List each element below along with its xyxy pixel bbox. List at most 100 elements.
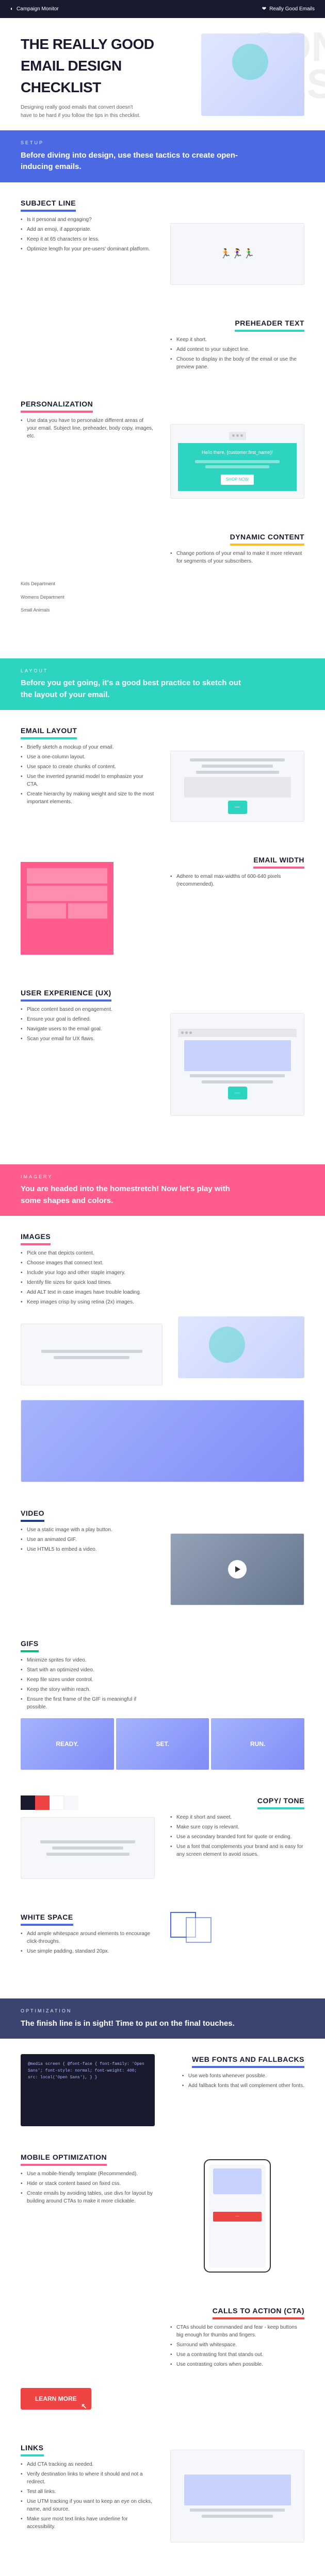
dynamic-title: DYNAMIC CONTENT <box>230 532 304 546</box>
mock-greeting: Hello there, {customer.first_name}! <box>184 449 290 456</box>
gif-frame: RUN. <box>211 1718 304 1770</box>
section-layout: LAYOUT Before you get going, it's a good… <box>0 658 325 710</box>
list-item: Use UTM tracking if you want to keep an … <box>21 2498 155 2513</box>
ux-mock: — <box>170 1013 304 1116</box>
whitespace-bullets: Add ample whitespace around elements to … <box>21 1930 155 1955</box>
list-item: Adhere to email max-widths of 600-640 pi… <box>170 873 304 888</box>
list-item: Add fallback fonts that will complement … <box>182 2082 304 2090</box>
brand-right: ❤ Really Good Emails <box>262 5 315 13</box>
list-item: Is it personal and engaging? <box>21 216 155 224</box>
dynamic-icon-label: Womens Department <box>21 591 64 604</box>
list-item: Add ample whitespace around elements to … <box>21 1930 155 1945</box>
brand-left: ◐ Campaign Monitor <box>10 5 59 13</box>
list-item: Add context to your subject line. <box>170 346 304 353</box>
list-item: Identify file sizes for quick load times… <box>21 1279 155 1286</box>
gifs-title: GIFS <box>21 1638 39 1652</box>
gif-frames: READY. SET. RUN. <box>21 1718 304 1770</box>
list-item: Use a font that complements your brand a… <box>170 1843 304 1858</box>
section-setup: SETUP Before diving into design, use the… <box>0 130 325 182</box>
links-title: LINKS <box>21 2443 44 2456</box>
dynamic-bullets: Change portions of your email to make it… <box>170 550 304 567</box>
preheader-title: PREHEADER TEXT <box>235 318 304 332</box>
subject-line-bullets: Is it personal and engaging? Add an emoj… <box>21 216 155 253</box>
list-item: Use a contrasting font that stands out. <box>170 2351 304 2359</box>
whitespace-title: WHITE SPACE <box>21 1912 73 1926</box>
gifs-bullets: Minimize sprites for video. Start with a… <box>21 1656 155 1711</box>
email-width-title: EMAIL WIDTH <box>253 855 304 869</box>
emoji-row: 🏃🏃‍♀️🏃‍♂️ <box>220 247 254 261</box>
list-item: Choose to display in the body of the ema… <box>170 355 304 371</box>
personalization-mock: Hello there, {customer.first_name}! SHOP… <box>170 424 304 499</box>
mobile-bullets: Use a mobile-friendly template (Recommen… <box>21 2170 155 2205</box>
mock-button: — <box>228 1087 247 1100</box>
color-swatches <box>21 1795 155 1810</box>
page-title: THE REALLY GOOD EMAIL DESIGN CHECKLIST <box>21 33 186 98</box>
list-item: Use space to create chunks of content. <box>21 763 155 771</box>
images-bullets: Pick one that depicts content. Choose im… <box>21 1249 155 1306</box>
mock-cta-button: SHOP NOW <box>221 474 254 485</box>
gif-frame: SET. <box>116 1718 209 1770</box>
mobile-title: MOBILE OPTIMIZATION <box>21 2152 107 2166</box>
list-item: Test all links. <box>21 2488 155 2496</box>
personalization-bullets: Use data you have to personalize differe… <box>21 417 155 440</box>
list-item: Keep images crisp by using retina (2x) i… <box>21 1298 155 1306</box>
section-lead: The finish line is in sight! Time to put… <box>21 2018 248 2030</box>
section-lead: Before you get going, it's a good best p… <box>21 677 248 701</box>
cta-title: CALLS TO ACTION (CTA) <box>213 2306 304 2319</box>
list-item: Ensure your goal is defined. <box>21 1015 155 1023</box>
play-icon <box>228 1560 247 1579</box>
list-item: Make sure copy is relevant. <box>170 1823 304 1831</box>
list-item: Use a one-column layout. <box>21 753 155 761</box>
video-bullets: Use a static image with a play button. U… <box>21 1526 155 1553</box>
list-item: Keep it at 65 characters or less. <box>21 235 155 243</box>
copy-bullets: Keep it short and sweet. Make sure copy … <box>170 1814 304 1860</box>
list-item: Use simple padding, standard 20px. <box>21 1947 155 1955</box>
copy-mock <box>21 1817 155 1879</box>
dynamic-icon-label: Kids Department <box>21 578 64 591</box>
list-item: Add ALT text in case images have trouble… <box>21 1289 155 1296</box>
list-item: Use data you have to personalize differe… <box>21 417 155 440</box>
gif-frame: READY. <box>21 1718 114 1770</box>
personalization-title: PERSONALIZATION <box>21 399 93 413</box>
list-item: Keep the story within reach. <box>21 1686 155 1693</box>
list-item: Use a mobile-friendly template (Recommen… <box>21 2170 155 2178</box>
list-item: Change portions of your email to make it… <box>170 550 304 565</box>
hero-runner-image <box>201 33 304 116</box>
top-header: ◐ Campaign Monitor ❤ Really Good Emails <box>0 0 325 18</box>
learn-more-button[interactable]: LEARN MORE ↖ <box>21 2388 91 2410</box>
list-item: Use contrasting colors when possible. <box>170 2361 304 2368</box>
list-item: Add CTA tracking as needed. <box>21 2461 155 2468</box>
section-imagery: IMAGERY You are headed into the homestre… <box>0 1164 325 1216</box>
layout-mock: — <box>170 751 304 822</box>
section-tag: SETUP <box>21 140 304 147</box>
section-optimization: OPTIMIZATION The finish line is in sight… <box>0 1998 325 2039</box>
brand-right-label: Really Good Emails <box>269 5 315 13</box>
brand-left-label: Campaign Monitor <box>17 5 59 13</box>
section-tag: IMAGERY <box>21 1174 304 1181</box>
list-item: Optimize length for your pre-users' domi… <box>21 245 155 253</box>
list-item: Use web fonts whenever possible. <box>182 2072 304 2080</box>
phone-mock: — <box>204 2159 271 2273</box>
hero-description: Designing really good emails that conver… <box>21 104 144 120</box>
webfonts-title: WEB FONTS AND FALLBACKS <box>192 2054 304 2068</box>
code-mock: @media screen { @font-face { font-family… <box>21 2054 155 2126</box>
cta-button-label: LEARN MORE <box>35 2395 77 2402</box>
email-layout-bullets: Briefly sketch a mockup of your email. U… <box>21 743 155 806</box>
ux-title: USER EXPERIENCE (UX) <box>21 988 111 1002</box>
image-mock-right <box>178 1316 304 1378</box>
list-item: Briefly sketch a mockup of your email. <box>21 743 155 751</box>
list-item: Create emails by avoiding tables, use di… <box>21 2190 155 2205</box>
list-item: Start with an optimized video. <box>21 1666 155 1674</box>
cta-bullets: CTAs should be commanded and fear - keep… <box>170 2324 304 2370</box>
list-item: Pick one that depicts content. <box>21 1249 155 1257</box>
links-bullets: Add CTA tracking as needed. Verify desti… <box>21 2461 155 2531</box>
ux-bullets: Place content based on engagement. Ensur… <box>21 1006 155 1043</box>
video-mock <box>170 1533 304 1605</box>
copy-title: COPY/ TONE <box>257 1795 304 1809</box>
list-item: Keep it short. <box>170 336 304 344</box>
list-item: Choose images that connect text. <box>21 1259 155 1267</box>
list-item: Navigate users to the email goal. <box>21 1025 155 1033</box>
list-item: Keep file sizes under control. <box>21 1676 155 1684</box>
subject-line-title: SUBJECT LINE <box>21 198 76 212</box>
section-lead: Before diving into design, use these tac… <box>21 150 248 173</box>
